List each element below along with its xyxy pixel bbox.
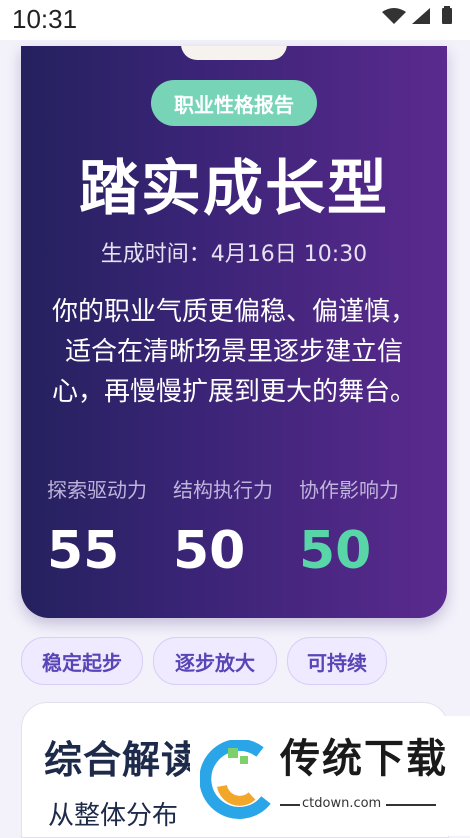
report-card: 职业性格报告 踏实成长型 生成时间：4月16日 10:30 你的职业气质更偏稳、… bbox=[21, 46, 447, 618]
report-description: 你的职业气质更偏稳、偏谨慎，适合在清晰场景里逐步建立信心，再慢慢扩展到更大的舞台… bbox=[51, 297, 416, 407]
metric-execution: 结构执行力 50 bbox=[173, 474, 297, 581]
status-bar: 10:31 bbox=[0, 0, 470, 40]
watermark: 传统下载 ctdown.com bbox=[190, 716, 470, 836]
card-handle bbox=[181, 46, 287, 60]
ctdown-logo-icon bbox=[200, 740, 271, 819]
metric-exploration: 探索驱动力 55 bbox=[47, 474, 171, 581]
section-subtitle: 从整体分布 bbox=[48, 801, 179, 831]
watermark-text: 传统下载 bbox=[280, 736, 448, 782]
battery-icon bbox=[442, 8, 452, 24]
watermark-rule bbox=[280, 804, 300, 806]
wifi-icon bbox=[382, 8, 406, 24]
section-title: 综合解读 bbox=[44, 738, 201, 782]
tag-chip[interactable]: 稳定起步 bbox=[21, 637, 143, 685]
watermark-rule bbox=[386, 804, 436, 806]
metric-value: 50 bbox=[173, 521, 246, 581]
status-icons bbox=[382, 6, 452, 24]
metric-value: 50 bbox=[299, 521, 372, 581]
tag-chip[interactable]: 逐步放大 bbox=[153, 637, 277, 685]
metrics-row: 探索驱动力 55 结构执行力 50 协作影响力 50 bbox=[47, 474, 427, 584]
tag-chip[interactable]: 可持续 bbox=[287, 637, 387, 685]
metric-label: 协作影响力 bbox=[299, 478, 399, 502]
metric-label: 探索驱动力 bbox=[47, 478, 147, 502]
signal-icon bbox=[412, 8, 430, 24]
metric-value: 55 bbox=[47, 521, 120, 581]
report-title: 踏实成长型 bbox=[79, 154, 389, 224]
status-time: 10:31 bbox=[12, 4, 78, 34]
watermark-url: ctdown.com bbox=[302, 796, 382, 811]
metric-collaboration: 协作影响力 50 bbox=[299, 474, 423, 581]
report-badge: 职业性格报告 bbox=[151, 80, 317, 126]
metric-label: 结构执行力 bbox=[173, 478, 273, 502]
generated-time: 生成时间：4月16日 10:30 bbox=[100, 242, 368, 267]
